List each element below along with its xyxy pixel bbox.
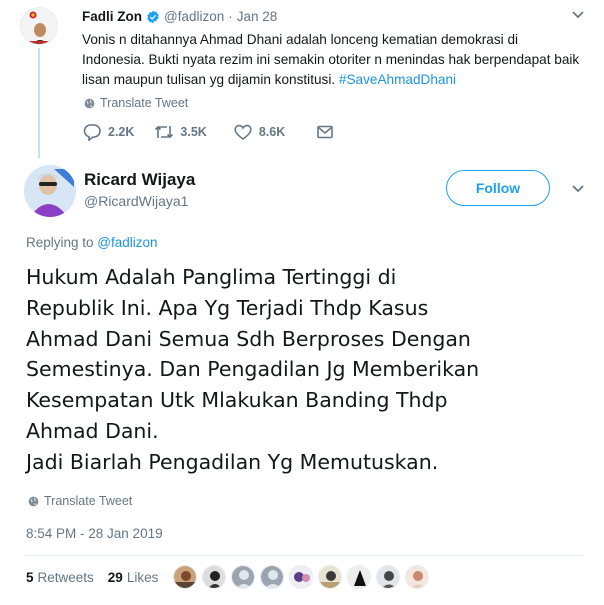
tweet-timestamp[interactable]: 8:54 PM - 28 Jan 2019 [26,526,163,541]
liker-avatar[interactable] [405,565,429,589]
replying-prefix: Replying to [26,235,98,250]
likes-stat[interactable]: 29 Likes [108,570,159,585]
replying-to: Replying to @fadlizon [26,235,158,250]
reply-count: 2.2K [108,125,135,139]
retweets-label: Retweets [37,570,94,585]
verified-badge-icon [146,10,160,24]
tweet-text-line: Hukum Adalah Panglima Tertinggi di [26,265,397,289]
liker-avatar[interactable] [173,565,197,589]
chevron-down-icon[interactable] [571,184,585,194]
retweets-stat[interactable]: 5 Retweets [26,570,94,585]
parent-handle[interactable]: @fadlizon [164,9,224,24]
translate-label[interactable]: Translate Tweet [44,494,132,508]
parent-tweet[interactable]: Fadli Zon @fadlizon · Jan 28 Vonis n dit… [0,0,604,160]
translate-tweet[interactable]: Translate Tweet [28,494,132,508]
tweet-text-line: Semestinya. Dan Pengadilan Jg Memberikan [26,357,480,382]
likes-count: 29 [107,570,123,585]
retweets-count: 5 [26,570,34,585]
author-avatar[interactable] [24,165,76,217]
retweet-button[interactable]: 3.5K [154,123,207,141]
liker-avatars [173,565,434,589]
parent-tweet-text: Vonis n ditahannya Ahmad Dhani adalah lo… [82,30,582,90]
liker-avatar[interactable] [347,565,371,589]
liker-avatar[interactable] [202,565,226,589]
chevron-down-icon[interactable] [571,10,585,20]
retweet-icon [155,125,174,139]
tweet-text-line: Republik Ini. Apa Yg Terjadi Thdp Kasus [26,295,429,320]
liker-avatar[interactable] [376,565,400,589]
parent-text-body: Vonis n ditahannya Ahmad Dhani adalah lo… [82,32,580,87]
translate-label[interactable]: Translate Tweet [100,96,188,110]
tweet-text-line: Ahmad Dani. [26,418,159,443]
reply-button[interactable]: 2.2K [82,123,134,141]
parent-author-avatar[interactable] [20,7,58,45]
globe-icon [84,98,95,108]
tweet-text-line: Jadi Biarlah Pengadilan Yg Memutuskan. [26,449,439,474]
likes-label: Likes [126,570,159,585]
author-display-name[interactable]: Ricard Wijaya [84,170,195,190]
liker-avatar[interactable] [231,565,255,589]
reply-icon [83,124,101,141]
like-count: 8.6K [258,125,286,139]
author-handle[interactable]: @RicardWijaya1 [84,193,188,209]
direct-message-icon [317,125,334,139]
parent-date[interactable]: Jan 28 [237,9,278,24]
retweet-count: 3.5K [180,125,207,139]
liker-avatar[interactable] [289,565,313,589]
globe-icon [28,496,39,506]
liker-avatar[interactable] [260,565,284,589]
thread-connector-line [38,48,40,158]
liker-avatar[interactable] [318,565,342,589]
tweet-stats: 5 Retweets 29 Likes [26,570,158,585]
replying-handle-link[interactable]: @fadlizon [97,235,157,250]
hashtag-link[interactable]: #SaveAhmadDhani [339,72,456,87]
parent-translate-tweet[interactable]: Translate Tweet [84,96,188,110]
parent-tweet-header: Fadli Zon @fadlizon · Jan 28 [82,9,277,24]
header-separator: · [228,9,233,24]
tweet-text-line: Ahmad Dani Semua Sdh Berproses Dengan [26,326,471,351]
tweet-text: Hukum Adalah Panglima Tertinggi di Repub… [26,262,586,478]
parent-display-name[interactable]: Fadli Zon [82,9,142,24]
direct-message-button[interactable] [315,123,341,141]
like-icon [234,124,252,140]
divider [24,555,584,556]
parent-action-bar: 2.2K 3.5K 8.6K [82,123,341,141]
tweet-text-line: Kesempatan Utk Mlakukan Banding Thdp [26,388,448,413]
like-button[interactable]: 8.6K [233,123,285,141]
follow-button[interactable]: Follow [446,170,550,206]
